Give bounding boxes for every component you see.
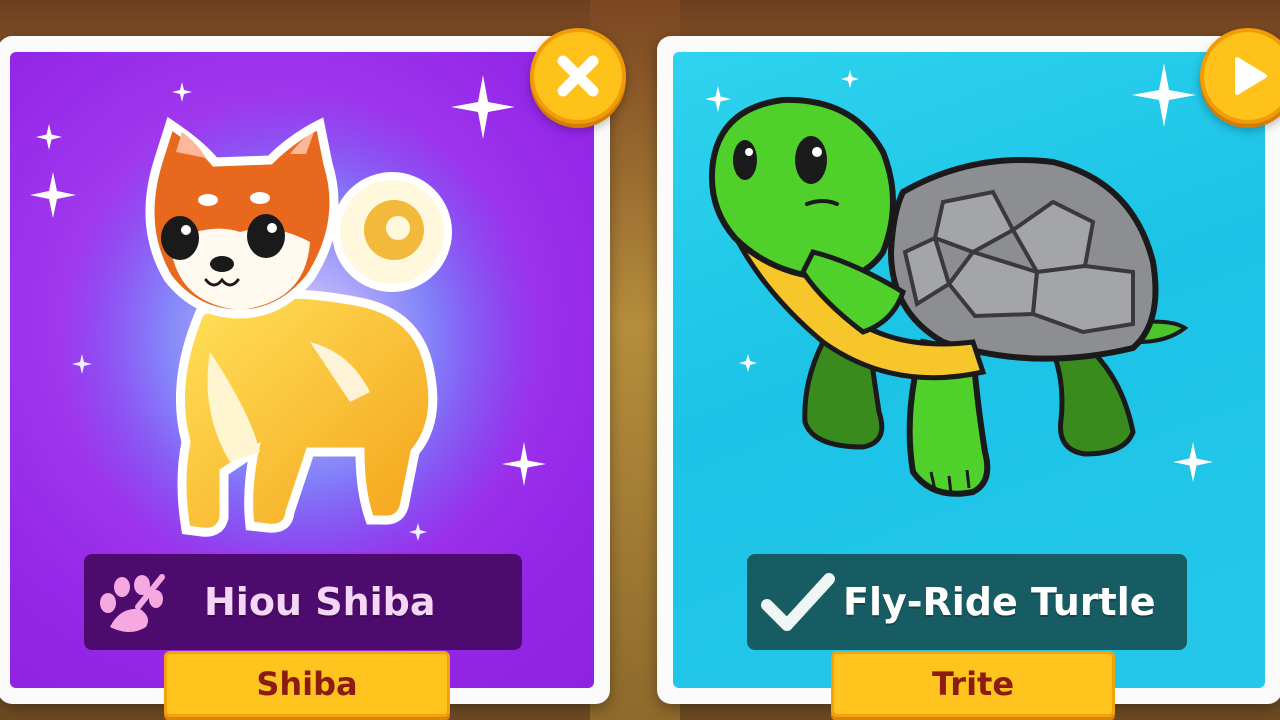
pet-type-tag[interactable]: Shiba: [164, 651, 450, 717]
close-button[interactable]: [530, 28, 626, 124]
play-icon: [1235, 57, 1267, 95]
pet-name-banner: Hiou Shiba: [84, 554, 522, 650]
pet-card-turtle[interactable]: Fly-Ride Turtle Trite: [657, 36, 1280, 717]
card-art-panel: Hiou Shiba: [10, 52, 594, 688]
turtle-pet-image: [708, 96, 1189, 497]
pet-type-label: Trite: [931, 665, 1015, 703]
pet-name-label: Fly-Ride Turtle: [843, 580, 1156, 624]
card-art-panel: Fly-Ride Turtle: [673, 52, 1265, 688]
pet-type-label: Shiba: [256, 665, 358, 703]
pet-type-tag[interactable]: Trite: [831, 651, 1115, 717]
pet-name-banner: Fly-Ride Turtle: [747, 554, 1187, 650]
paw-icon: [100, 574, 165, 632]
shiba-pet-image: [60, 92, 540, 552]
pet-name-label: Hiou Shiba: [204, 580, 436, 624]
checkmark-icon: [761, 573, 835, 631]
close-icon: [557, 55, 599, 97]
pet-card-shiba[interactable]: Hiou Shiba Shiba: [0, 36, 610, 717]
